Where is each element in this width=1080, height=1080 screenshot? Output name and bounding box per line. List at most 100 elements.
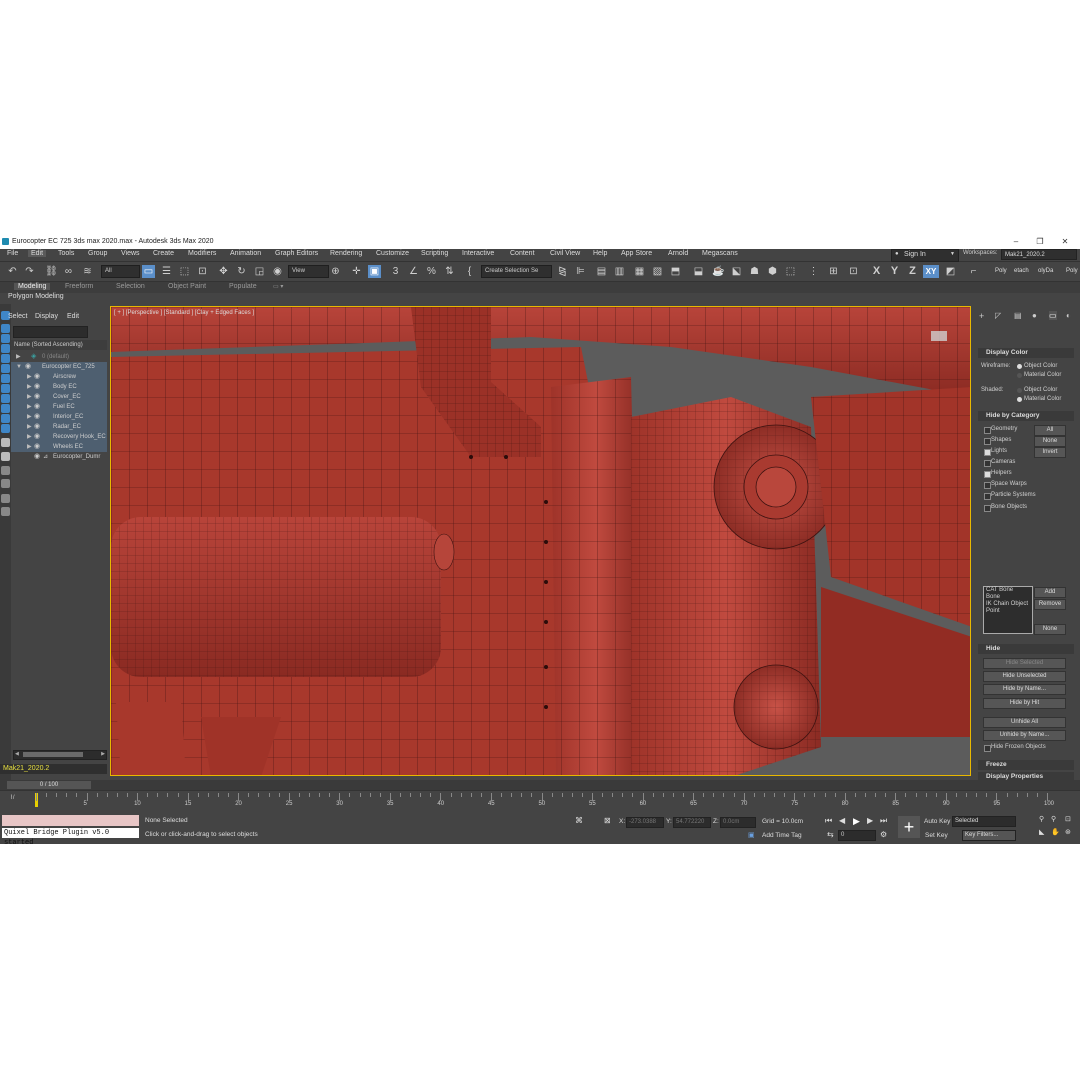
expand-arrow-icon[interactable]: ▶ bbox=[16, 352, 21, 362]
eye-icon[interactable]: ◉ bbox=[34, 382, 40, 392]
select-object-icon[interactable]: ▭ bbox=[142, 265, 155, 278]
explorer-menu-display[interactable]: Display bbox=[35, 313, 58, 320]
list-item[interactable]: ▶ ◉ Fuel EC bbox=[11, 402, 107, 412]
lights-checkbox[interactable] bbox=[984, 449, 991, 456]
list-item[interactable]: ▼ ◉ Eurocopter EC_725 bbox=[11, 362, 107, 372]
time-slider-thumb[interactable]: 0 / 100 bbox=[7, 781, 91, 789]
hide-rollout[interactable]: Hide bbox=[978, 644, 1074, 654]
display-tab-icon[interactable]: ▭ bbox=[1049, 311, 1057, 320]
tab-selection[interactable]: Selection bbox=[116, 283, 145, 290]
menu-app-store[interactable]: App Store bbox=[621, 250, 652, 257]
menu-views[interactable]: Views bbox=[121, 250, 140, 257]
lights-filter-icon[interactable] bbox=[1, 354, 10, 363]
time-slider[interactable]: 0 / 100 bbox=[0, 780, 1080, 790]
menu-help[interactable]: Help bbox=[593, 250, 607, 257]
viewport-label[interactable]: [ + ] [Perspective ] [Standard ] [Clay +… bbox=[114, 310, 254, 316]
freeze-rollout[interactable]: Freeze bbox=[978, 760, 1074, 770]
geometry-checkbox[interactable] bbox=[984, 427, 991, 434]
utilities-tab-icon[interactable]: ◐ bbox=[1066, 311, 1071, 320]
mirror-icon[interactable]: ⧎ bbox=[556, 265, 569, 278]
key-mode-icon[interactable]: ⇆ bbox=[827, 830, 834, 839]
x-coord-field[interactable]: -273.0388 bbox=[626, 817, 664, 828]
render-iterative-icon[interactable]: ⬢ bbox=[766, 265, 779, 278]
graphite-tab-detach[interactable]: etach bbox=[1014, 268, 1029, 274]
shaded-object-color-radio[interactable] bbox=[1017, 388, 1022, 393]
eye-icon[interactable]: ◉ bbox=[34, 422, 40, 432]
graphite-tab-poly[interactable]: Poly bbox=[995, 268, 1007, 274]
display-none-icon[interactable] bbox=[1, 324, 10, 333]
expand-arrow-icon[interactable]: ▶ bbox=[27, 412, 32, 422]
list-item[interactable]: Point bbox=[986, 608, 1000, 614]
key-selection-dropdown[interactable]: Selected bbox=[952, 816, 1016, 827]
grid-icon[interactable]: ⋮ bbox=[807, 265, 820, 278]
menu-modifiers[interactable]: Modifiers bbox=[188, 250, 216, 257]
collapse-arrow-icon[interactable]: ▼ bbox=[16, 362, 22, 372]
ribbon-options-icon[interactable]: ▭ ▾ bbox=[273, 283, 283, 290]
expand-arrow-icon[interactable]: ▶ bbox=[27, 372, 32, 382]
axis-x-button[interactable]: X bbox=[870, 265, 883, 278]
zoom-extents-icon[interactable]: ⊡ bbox=[1065, 815, 1071, 823]
time-config-icon[interactable]: ⚙ bbox=[880, 830, 887, 839]
link-icon[interactable]: ⛓ bbox=[45, 265, 58, 278]
pan-icon[interactable]: ✋ bbox=[1051, 828, 1060, 836]
redo-icon[interactable]: ↷ bbox=[23, 265, 36, 278]
zoom-icon[interactable]: ⚲ bbox=[1039, 815, 1044, 823]
percent-snap-icon[interactable]: % bbox=[425, 265, 438, 278]
scroll-left-icon[interactable]: ◀ bbox=[15, 751, 19, 757]
list-item[interactable]: ▶ ◉ Body EC bbox=[11, 382, 107, 392]
list-item[interactable]: ▶ ◉ Radar_EC bbox=[11, 422, 107, 432]
move-icon[interactable]: ✥ bbox=[217, 265, 230, 278]
menu-file[interactable]: File bbox=[7, 250, 18, 257]
cameras-checkbox[interactable] bbox=[984, 460, 991, 467]
graphite-tab-poly-2[interactable]: Poly bbox=[1066, 268, 1078, 274]
shapes-checkbox[interactable] bbox=[984, 438, 991, 445]
angle-snap-icon[interactable]: ∠ bbox=[407, 265, 420, 278]
unhide-by-name-button[interactable]: Unhide by Name... bbox=[983, 730, 1066, 741]
axis-z-button[interactable]: Z bbox=[906, 265, 919, 278]
maxscript-listener-input[interactable] bbox=[2, 815, 139, 826]
bones-filter-icon[interactable] bbox=[1, 414, 10, 423]
select-by-name-icon[interactable]: ☰ bbox=[160, 265, 173, 278]
toggle-ribbon-icon[interactable]: ▦ bbox=[633, 265, 646, 278]
menu-arnold[interactable]: Arnold bbox=[668, 250, 688, 257]
shapes-filter-icon[interactable] bbox=[1, 344, 10, 353]
menu-create[interactable]: Create bbox=[153, 250, 174, 257]
menu-scripting[interactable]: Scripting bbox=[421, 250, 448, 257]
tab-populate[interactable]: Populate bbox=[229, 283, 257, 290]
hide-by-name-button[interactable]: Hide by Name... bbox=[983, 684, 1066, 695]
modify-tab-icon[interactable]: ◸ bbox=[995, 311, 1001, 320]
play-icon[interactable]: ▶ bbox=[853, 816, 860, 827]
expand-arrow-icon[interactable]: ▶ bbox=[27, 392, 32, 402]
selection-lock-icon[interactable]: ⊠ bbox=[604, 816, 611, 825]
none-button[interactable]: None bbox=[1034, 436, 1066, 447]
go-to-start-icon[interactable]: ⏮ bbox=[825, 816, 832, 826]
key-filters-button[interactable]: Key Filters... bbox=[962, 830, 1016, 841]
axis-xy-button[interactable]: XY bbox=[923, 265, 939, 278]
edit-named-selection-icon[interactable]: { bbox=[463, 265, 476, 278]
list-item[interactable]: ▶ ◉ Airscrew bbox=[11, 372, 107, 382]
invert-button[interactable]: Invert bbox=[1034, 447, 1066, 458]
align-icon[interactable]: ⊫ bbox=[574, 265, 587, 278]
all-button[interactable]: All bbox=[1034, 425, 1066, 436]
eye-icon[interactable]: ◉ bbox=[34, 442, 40, 452]
expand-arrow-icon[interactable]: ▶ bbox=[27, 382, 32, 392]
motion-tab-icon[interactable]: ● bbox=[1032, 311, 1037, 320]
pivot-center-icon[interactable]: ⊕ bbox=[329, 265, 342, 278]
window-crossing-icon[interactable]: ⊡ bbox=[196, 265, 209, 278]
eye-icon[interactable]: ◉ bbox=[34, 402, 40, 412]
hidden-filter-icon[interactable] bbox=[1, 452, 10, 461]
helpers-filter-icon[interactable] bbox=[1, 374, 10, 383]
helpers-checkbox[interactable] bbox=[984, 471, 991, 478]
spinner-snap-icon[interactable]: ⇅ bbox=[443, 265, 456, 278]
menu-tools[interactable]: Tools bbox=[58, 250, 74, 257]
list-item[interactable]: Bone bbox=[986, 594, 1000, 600]
space-warps-checkbox[interactable] bbox=[984, 482, 991, 489]
remove-button[interactable]: Remove bbox=[1034, 599, 1066, 610]
menu-interactive[interactable]: Interactive bbox=[462, 250, 494, 257]
display-color-rollout[interactable]: Display Color bbox=[978, 348, 1074, 358]
maxscript-output[interactable]: Quixel Bridge Plugin v5.0 started bbox=[2, 828, 139, 844]
explorer-search-input[interactable] bbox=[13, 326, 88, 338]
schematic-view-icon[interactable]: ⬒ bbox=[669, 265, 682, 278]
scroll-right-icon[interactable]: ▶ bbox=[101, 751, 105, 757]
hide-by-hit-button[interactable]: Hide by Hit bbox=[983, 698, 1066, 709]
